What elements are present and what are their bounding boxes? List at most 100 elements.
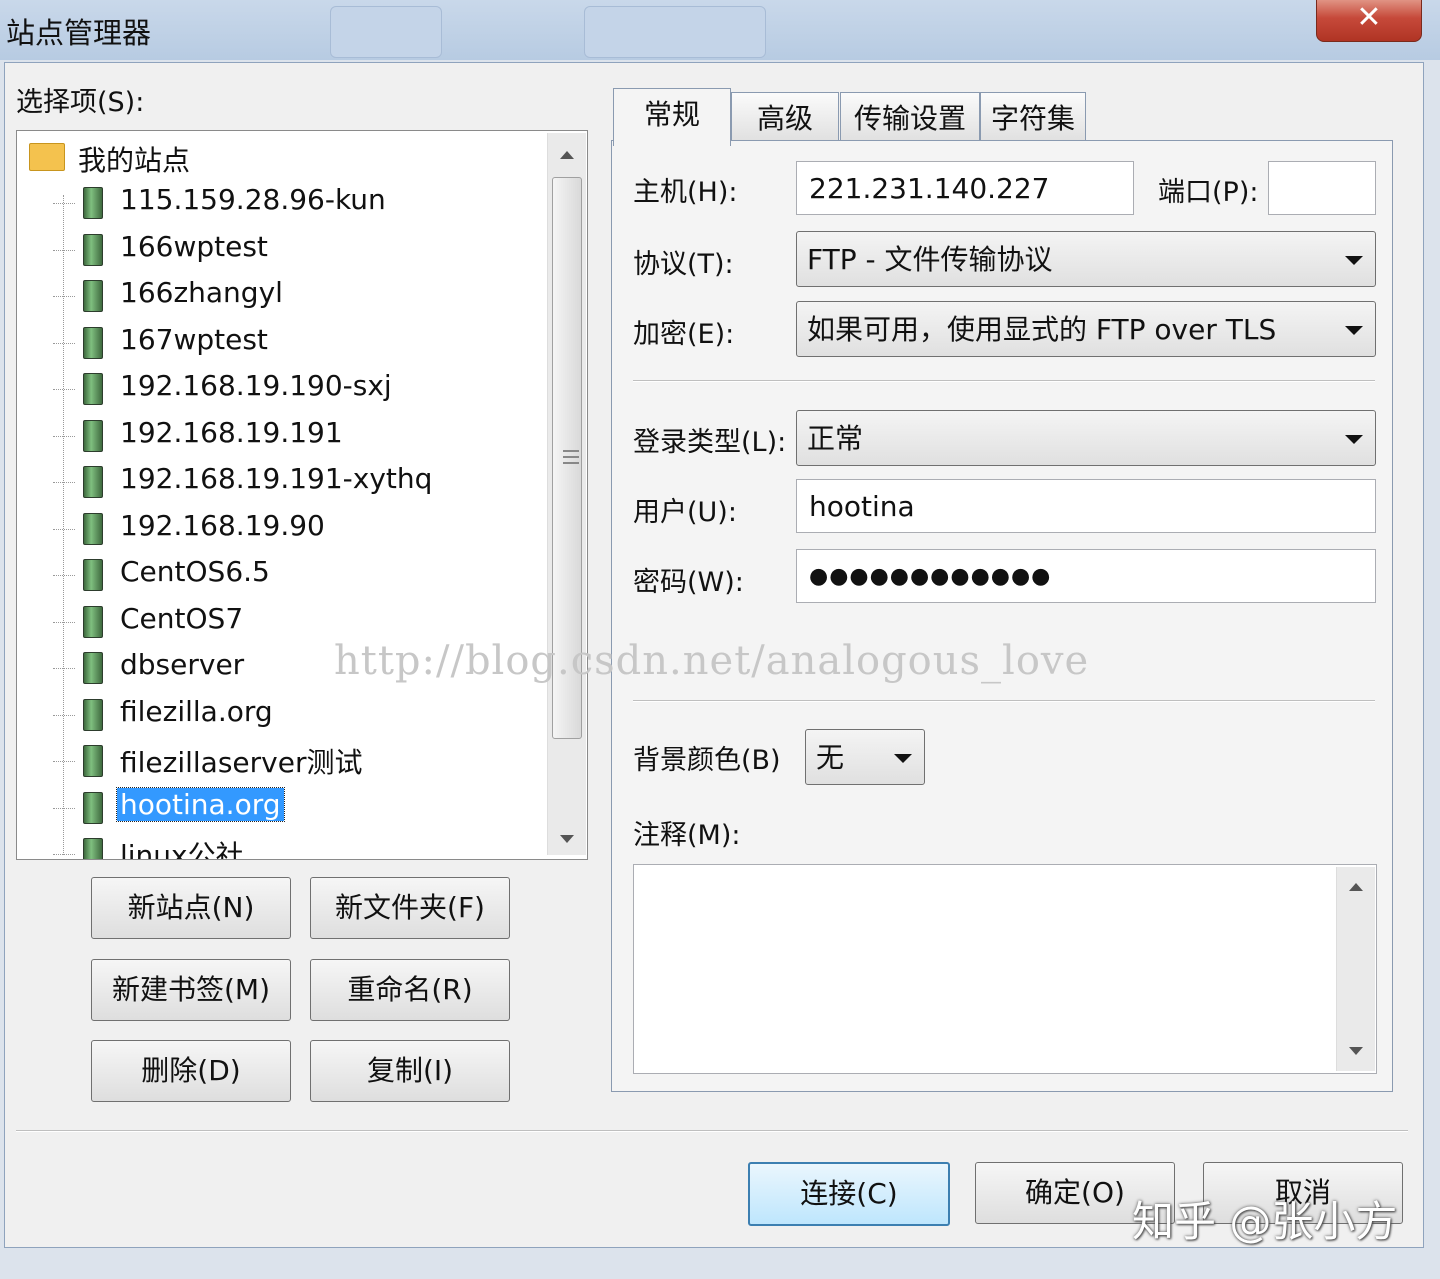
server-icon xyxy=(83,373,103,405)
new-folder-button[interactable]: 新文件夹(F) xyxy=(310,877,510,939)
tree-item[interactable]: linux公社 xyxy=(17,832,547,859)
tree-item-label: filezilla.org xyxy=(120,694,273,728)
user-label: 用户(U): xyxy=(633,497,737,528)
scroll-up-icon[interactable] xyxy=(560,151,574,159)
tree-item-label: 115.159.28.96-kun xyxy=(120,183,386,216)
select-label: 选择项(S): xyxy=(16,87,145,118)
tree-item[interactable]: 115.159.28.96-kun xyxy=(17,181,547,225)
server-icon xyxy=(83,280,103,312)
rename-button[interactable]: 重命名(R) xyxy=(310,959,510,1021)
tree-item-label: 192.168.19.191 xyxy=(120,415,343,449)
tab-charset[interactable]: 字符集 xyxy=(980,92,1086,145)
tree-item[interactable]: 192.168.19.190-sxj xyxy=(17,367,547,411)
chevron-down-icon xyxy=(894,754,912,763)
close-button[interactable]: ✕ xyxy=(1316,0,1422,42)
title-bar: 站点管理器 ✕ xyxy=(0,0,1440,60)
tree-item-label: 166zhangyl xyxy=(120,276,283,309)
grip-icon xyxy=(563,456,579,458)
scroll-down-icon[interactable] xyxy=(1349,1047,1363,1055)
tree-item[interactable]: 192.168.19.191-xythq xyxy=(17,460,547,504)
tree-item[interactable]: CentOS7 xyxy=(17,600,547,644)
comment-label: 注释(M): xyxy=(633,820,741,851)
tree-line xyxy=(53,528,75,530)
connect-button[interactable]: 连接(C) xyxy=(748,1162,950,1226)
tree-line xyxy=(53,854,75,855)
tree-line xyxy=(53,435,75,437)
tree-line xyxy=(53,621,75,623)
bgcolor-value: 无 xyxy=(816,741,845,774)
site-tree[interactable]: 我的站点 115.159.28.96-kun 166wptest 166zhangy… xyxy=(16,130,588,860)
tab-general[interactable]: 常规 xyxy=(613,88,731,146)
new-site-button[interactable]: 新站点(N) xyxy=(91,877,291,939)
tab-transfer-settings[interactable]: 传输设置 xyxy=(840,92,980,145)
tree-line xyxy=(53,342,75,344)
password-input[interactable]: ●●●●●●●●●●●● xyxy=(796,549,1376,603)
tree-line xyxy=(53,296,75,297)
comment-scrollbar[interactable] xyxy=(1336,867,1375,1071)
server-icon xyxy=(83,466,103,498)
tree-item[interactable]: filezilla.org xyxy=(17,693,547,737)
tree-item-label: dbserver xyxy=(120,648,245,681)
tree-item-label: 166wptest xyxy=(120,229,268,263)
grip-icon xyxy=(563,462,579,464)
protocol-value: FTP - 文件传输协议 xyxy=(807,243,1053,276)
tree-item[interactable]: 192.168.19.90 xyxy=(17,507,547,551)
tree-line xyxy=(53,389,75,390)
tree-item[interactable]: 167wptest xyxy=(17,321,547,365)
tree-item[interactable]: CentOS6.5 xyxy=(17,553,547,597)
tree-item-label: 192.168.19.191-xythq xyxy=(120,462,433,495)
window-title: 站点管理器 xyxy=(6,16,152,50)
bgcolor-select[interactable]: 无 xyxy=(805,729,925,785)
chevron-down-icon xyxy=(1345,326,1363,335)
tree-item-label: 192.168.19.90 xyxy=(120,508,325,542)
tree-line xyxy=(53,668,75,669)
user-input[interactable]: hootina xyxy=(796,479,1376,533)
login-type-value: 正常 xyxy=(807,422,864,455)
protocol-label: 协议(T): xyxy=(633,249,734,280)
tree-item[interactable]: hootina.org xyxy=(17,786,547,830)
tree-root-label: 我的站点 xyxy=(78,144,191,177)
tree-line xyxy=(53,761,75,762)
new-bookmark-button[interactable]: 新建书签(M) xyxy=(91,959,291,1021)
delete-button[interactable]: 删除(D) xyxy=(91,1040,291,1102)
folder-icon xyxy=(29,143,65,171)
copy-button[interactable]: 复制(I) xyxy=(310,1040,510,1102)
tree-item[interactable]: 166wptest xyxy=(17,228,547,272)
tree-item[interactable]: 166zhangyl xyxy=(17,274,547,318)
bgcolor-label: 背景颜色(B) xyxy=(633,745,781,776)
host-input[interactable]: 221.231.140.227 xyxy=(796,161,1134,215)
tree-item-label: CentOS7 xyxy=(120,601,244,635)
tree-line xyxy=(53,714,75,716)
tab-advanced[interactable]: 高级 xyxy=(731,92,839,145)
tree-line xyxy=(53,482,75,483)
encryption-select[interactable]: 如果可用，使用显式的 FTP over TLS xyxy=(796,301,1376,357)
background-window-tab xyxy=(584,6,766,58)
login-type-label: 登录类型(L): xyxy=(633,427,787,458)
chevron-down-icon xyxy=(1345,435,1363,444)
server-icon xyxy=(83,419,103,452)
blog-watermark: http://blog.csdn.net/analogous_love xyxy=(334,638,1090,684)
port-input[interactable] xyxy=(1268,161,1376,215)
server-icon xyxy=(83,233,103,266)
tree-line xyxy=(53,203,75,204)
scroll-down-icon[interactable] xyxy=(560,835,574,843)
tree-line xyxy=(53,249,75,251)
server-icon xyxy=(83,652,103,684)
scroll-up-icon[interactable] xyxy=(1349,883,1363,891)
tree-scrollbar[interactable] xyxy=(547,133,586,855)
server-icon xyxy=(83,326,103,359)
divider xyxy=(633,700,1375,702)
divider xyxy=(633,380,1375,382)
tree-item-label: hootina.org xyxy=(116,786,285,822)
protocol-select[interactable]: FTP - 文件传输协议 xyxy=(796,231,1376,287)
tree-item-label: 192.168.19.190-sxj xyxy=(120,369,392,402)
tree-item-label: 167wptest xyxy=(120,322,268,356)
chevron-down-icon xyxy=(1345,256,1363,265)
server-icon xyxy=(83,745,103,777)
login-type-select[interactable]: 正常 xyxy=(796,410,1376,466)
server-icon xyxy=(83,605,103,638)
tree-root[interactable]: 我的站点 xyxy=(17,137,547,181)
tree-item[interactable]: 192.168.19.191 xyxy=(17,414,547,458)
comment-textarea[interactable] xyxy=(633,864,1377,1074)
tree-item[interactable]: filezillaserver测试 xyxy=(17,739,547,783)
